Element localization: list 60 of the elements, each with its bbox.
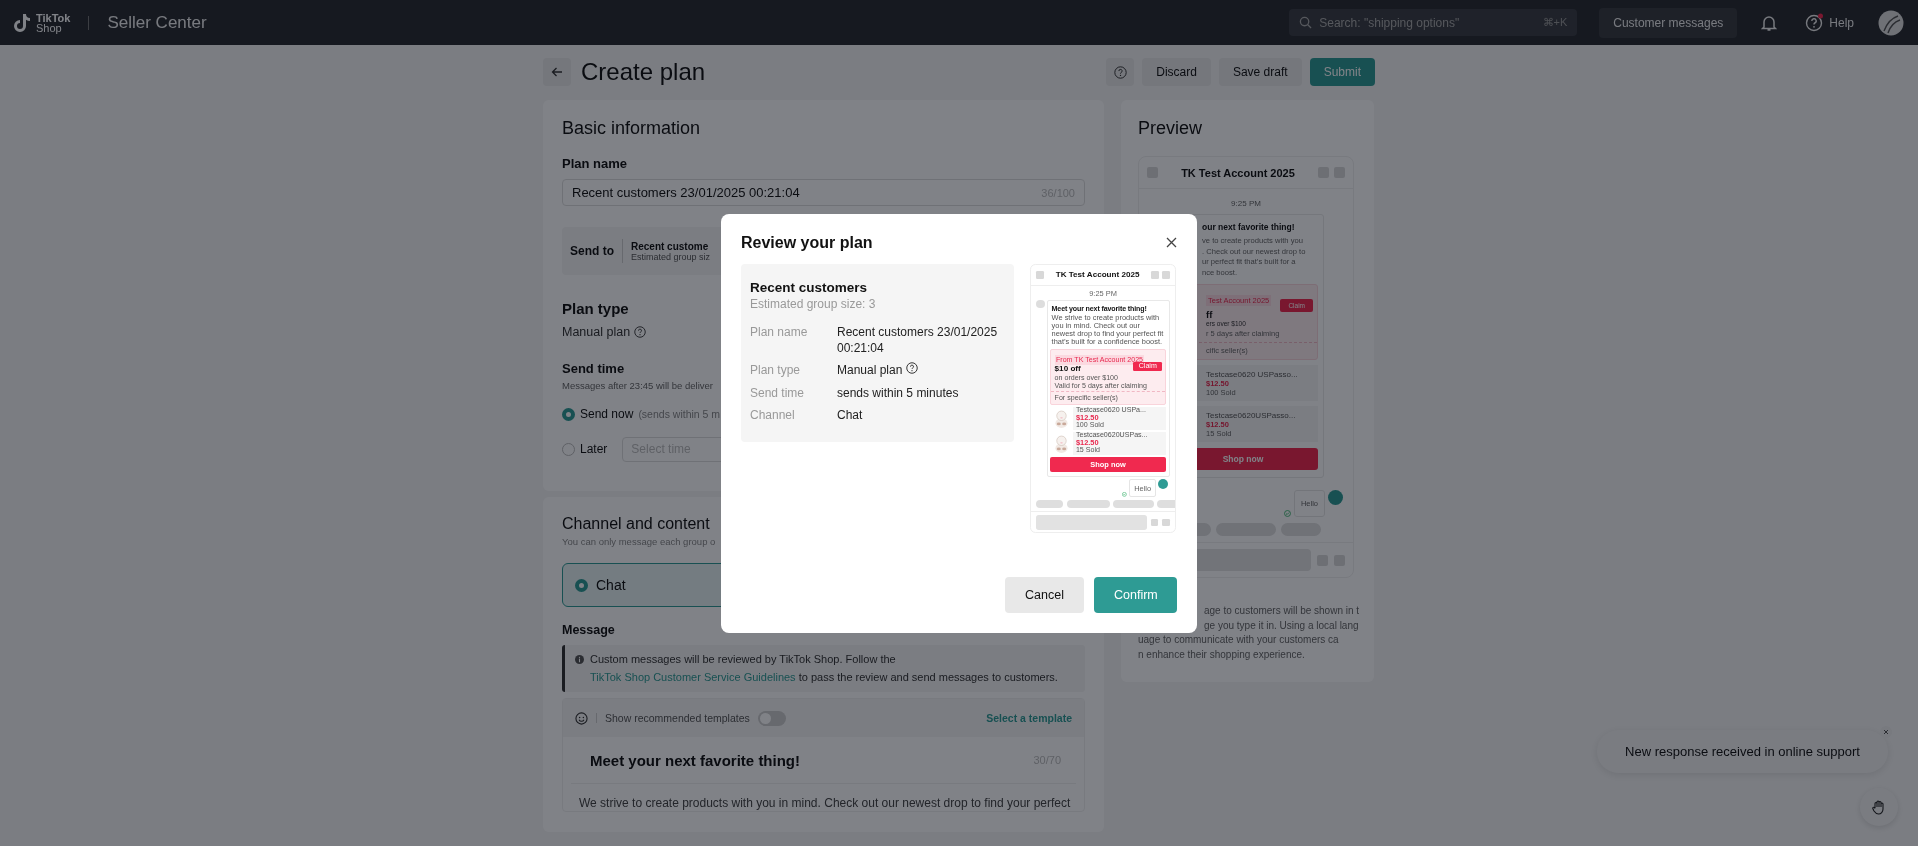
reply-bubble: Hello	[1129, 479, 1157, 497]
product-price: $12.50	[1075, 439, 1101, 448]
summary-value: sends within 5 minutes	[837, 384, 959, 401]
field-label: Message	[562, 623, 615, 637]
summary-value: Recent customers 23/01/2025 00:21:04	[837, 323, 999, 356]
preview-note-line: n enhance their shopping experience.	[1138, 647, 1305, 662]
summary-label: Plan name	[750, 323, 809, 341]
group-size: Estimated group size: 3	[750, 296, 877, 311]
product-price: $12.50	[1075, 414, 1100, 423]
logo-text: TikTok	[36, 12, 71, 23]
secondary-button[interactable]: Save draft	[1218, 58, 1302, 86]
section-title: Plan type	[562, 300, 629, 317]
notification-toast[interactable]: New response received in online support	[1597, 730, 1888, 773]
toggle-label: Show recommended templates	[605, 712, 750, 724]
summary-label: Send time	[750, 384, 806, 401]
summary-label: Plan type	[750, 362, 802, 378]
submit-button[interactable]: Submit	[1309, 58, 1375, 86]
logo-text: Shop	[36, 22, 62, 33]
message-title: our next favorite thing!	[1201, 222, 1296, 232]
send-time-note: Messages after 23:45 will be deliver	[562, 380, 714, 391]
product-name: Testcase0620 USPasso...	[1206, 369, 1298, 379]
field-label: Plan name	[562, 156, 628, 171]
cancel-button[interactable]: Cancel	[1005, 576, 1084, 613]
confirm-button[interactable]: Confirm	[1094, 576, 1177, 613]
group-size: Estimated group siz	[631, 251, 711, 262]
radio-label[interactable]: Send now	[580, 407, 634, 421]
coupon-amount: ff	[1206, 309, 1214, 320]
summary-label: Channel	[750, 407, 796, 423]
section-title: Preview	[1138, 118, 1203, 139]
help-link[interactable]: Help	[1829, 15, 1854, 30]
message-body: We strive to create products with you in mind. Check out our newest drop to find your perfect fit that’s built for a confidence boost.	[1051, 313, 1165, 347]
select-template-link[interactable]: Select a template	[986, 712, 1072, 724]
notice-text: Custom messages will be reviewed by TikTok Shop. Follow the TikTok Shop Customer Service Guidelines to pass the review and send messages to customers.	[590, 652, 1059, 685]
toast-text: New response received in online support	[1625, 744, 1860, 759]
guidelines-link[interactable]: TikTok Shop Customer Service Guidelines	[590, 671, 796, 683]
product-name: Testcase0620USPasso...	[1206, 410, 1296, 420]
summary-value: Chat	[837, 407, 863, 423]
account-name: TK Test Account 2025	[1180, 166, 1296, 179]
section-title: Channel and content	[562, 515, 710, 533]
message-time: 9:25 PM	[1088, 289, 1118, 299]
preview-note-line: uage to communicate with your customers ca	[1138, 633, 1339, 647]
plan-type-value: Manual plan	[562, 325, 631, 339]
dialog-title: Review your plan	[741, 233, 873, 252]
field-label: Send to	[570, 244, 614, 258]
page-title: Create plan	[581, 58, 707, 86]
shop-now-button[interactable]: Shop now	[1050, 457, 1166, 473]
message-time: 9:25 PM	[1230, 199, 1262, 208]
customer-messages-button[interactable]: Customer messages	[1599, 7, 1738, 38]
message-title-field[interactable]: Meet your next favorite thing!	[590, 751, 1034, 769]
field-label: Send time	[562, 361, 625, 376]
radio-label[interactable]: Later	[580, 442, 608, 456]
summary-value: Manual plan	[837, 362, 903, 378]
preview-note-line: ge you type it in. Using a local lang	[1204, 618, 1359, 633]
section-title: Basic information	[562, 118, 701, 139]
secondary-button[interactable]: Discard	[1142, 58, 1211, 86]
message-body: We strive to create products with you in mind. Check out our newest drop to find your perfect	[579, 796, 1071, 811]
app-title: Seller Center	[107, 12, 207, 33]
group-name: Recent custome	[631, 240, 710, 252]
group-name: Recent customers	[750, 279, 869, 295]
preview-note-line: age to customers will be shown in t	[1204, 604, 1360, 618]
